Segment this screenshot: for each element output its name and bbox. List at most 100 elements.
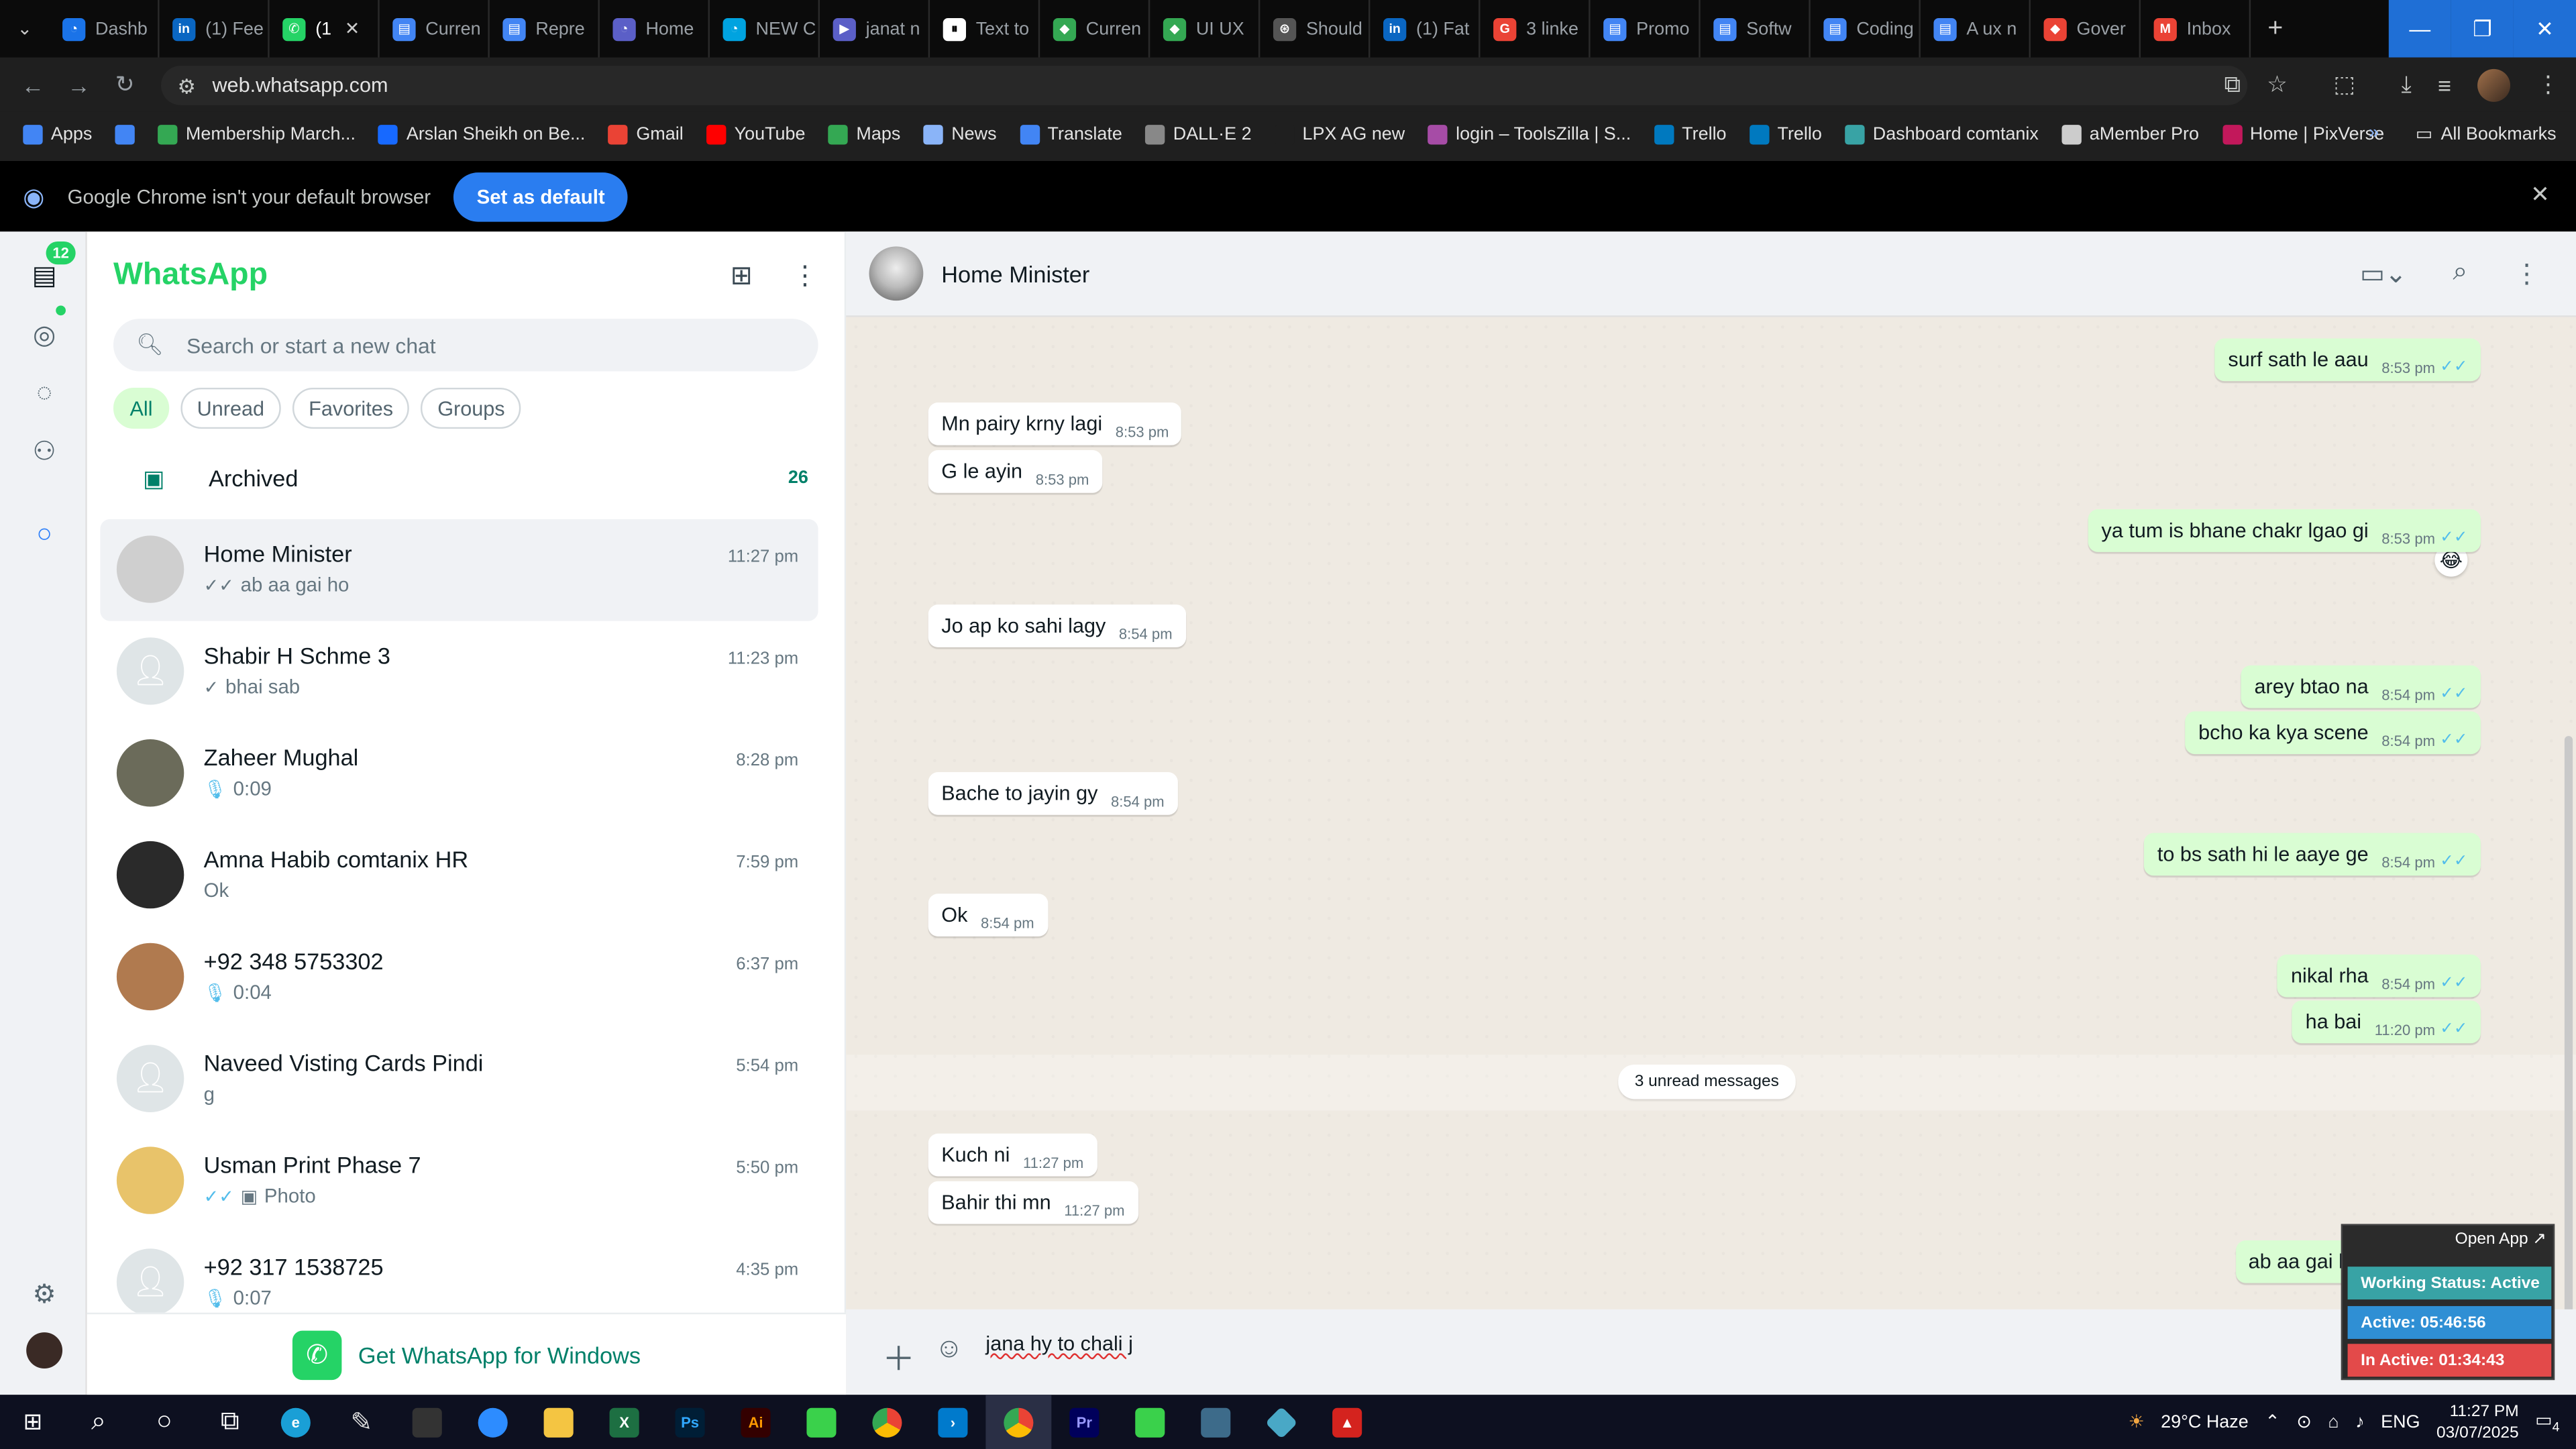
bookmark-item[interactable]: LPX AG new (1274, 125, 1405, 145)
browser-tab[interactable]: ⊛ Should (1260, 0, 1371, 58)
notification-icon[interactable]: ▭4 (2535, 1409, 2559, 1434)
chrome-icon[interactable] (854, 1395, 920, 1449)
browser-tab[interactable]: ◆ Gover (2031, 0, 2141, 58)
chat-row[interactable]: Home Minister ✓✓ ab aa gai ho 11:27 pm (100, 519, 818, 621)
bookmark-item[interactable]: Translate (1019, 125, 1122, 145)
bookmark-item[interactable]: Gmail (608, 125, 684, 145)
bookmark-item[interactable]: Home | PixVerse (2222, 125, 2384, 145)
address-bar[interactable]: ⚙ web.whatsapp.com (161, 65, 2248, 105)
get-whatsapp-windows-banner[interactable]: ✆ Get WhatsApp for Windows (87, 1312, 847, 1395)
filter-chip-favorites[interactable]: Favorites (292, 387, 410, 429)
channels-icon[interactable]: ◌ (26, 376, 62, 413)
bookmark-item[interactable]: Trello (1654, 125, 1727, 145)
download-icon[interactable]: ⤓ (2401, 70, 2411, 99)
chat-avatar[interactable] (116, 739, 184, 807)
bookmark-item[interactable]: News (923, 125, 997, 145)
start-windows-icon[interactable]: ⊞ (0, 1395, 66, 1449)
close-icon[interactable]: ✕ (2530, 180, 2550, 209)
volume-icon[interactable]: ♪ (2355, 1412, 2364, 1432)
chat-avatar[interactable]: 👤︎ (116, 637, 184, 705)
outgoing-message[interactable]: ya tum is bhane chakr lgao gi 8:53 pm ✓✓ (2088, 509, 2481, 552)
browser-tab[interactable]: ▤ Repre (490, 0, 600, 58)
search-icon[interactable]: ⌕ (2453, 258, 2467, 290)
profile-avatar[interactable] (26, 1332, 63, 1369)
new-tab-button[interactable]: + (2251, 14, 2300, 44)
incoming-message[interactable]: Mn pairy krny lagi 8:53 pm (928, 402, 1183, 445)
chat-row[interactable]: +92 348 5753302 🎙︎ 0:04 6:37 pm (100, 926, 818, 1028)
browser-tab[interactable]: ✆ (1 ✕ (270, 0, 380, 58)
vscode-icon[interactable]: › (920, 1395, 985, 1449)
video-call-icon[interactable]: ▭⌄ (2360, 258, 2407, 290)
outgoing-message[interactable]: to bs sath hi le aaye ge 8:54 pm ✓✓ (2144, 833, 2481, 876)
incoming-message[interactable]: Kuch ni 11:27 pm (928, 1133, 1097, 1177)
illustrator-icon[interactable]: Ai (723, 1395, 789, 1449)
language-indicator[interactable]: ENG (2381, 1412, 2420, 1432)
search-icon[interactable]: ⌕ (66, 1395, 131, 1449)
communities-icon[interactable]: ⚇ (26, 434, 62, 470)
sticker-icon[interactable]: ☺ (934, 1332, 963, 1365)
zoom-icon[interactable] (460, 1395, 526, 1449)
app-blue-icon[interactable] (1248, 1395, 1314, 1449)
bookmark-item[interactable]: Apps (23, 125, 92, 145)
premiere-icon[interactable]: Pr (1051, 1395, 1117, 1449)
filter-chip-groups[interactable]: Groups (421, 387, 522, 429)
bookmark-item[interactable] (115, 125, 136, 145)
bookmark-item[interactable]: Arslan Sheikh on Be... (378, 125, 585, 145)
bookmark-star-icon[interactable]: ☆ (2267, 70, 2288, 99)
clock[interactable]: 11:27 PM 03/07/2025 (2436, 1401, 2519, 1444)
incoming-message[interactable]: Ok 8:54 pm (928, 894, 1048, 936)
browser-tab[interactable]: ◔ NEW C (710, 0, 820, 58)
file-explorer-icon[interactable] (526, 1395, 592, 1449)
media-controls-icon[interactable]: ≡ (2438, 72, 2451, 98)
menu-dots-icon[interactable]: ⋮ (2514, 258, 2540, 290)
pen-icon[interactable]: ✎ (329, 1395, 394, 1449)
bookmark-item[interactable]: DALL·E 2 (1145, 125, 1252, 145)
bookmark-item[interactable]: YouTube (706, 125, 805, 145)
browser-tab[interactable]: ▶ janat n (820, 0, 930, 58)
chrome-menu-icon[interactable]: ⋮ (2536, 70, 2559, 99)
outgoing-message[interactable]: bcho ka kya scene 8:54 pm ✓✓ (2185, 711, 2481, 755)
bookmark-item[interactable]: login – ToolsZilla | S... (1428, 125, 1631, 145)
bookmark-item[interactable]: Membership March... (158, 125, 356, 145)
new-chat-icon[interactable]: ⊞ (731, 260, 753, 292)
browser-tab[interactable]: ▤ Promo (1591, 0, 1701, 58)
contact-avatar[interactable] (869, 246, 924, 301)
scrollbar[interactable] (2564, 736, 2573, 1309)
close-tab-icon[interactable]: ✕ (345, 18, 360, 39)
install-app-icon[interactable]: ⧉ (2224, 70, 2240, 99)
incoming-message[interactable]: Jo ap ko sahi lagy 8:54 pm (928, 604, 1186, 647)
app-green-icon[interactable] (1117, 1395, 1183, 1449)
chat-avatar[interactable] (116, 943, 184, 1011)
browser-tab[interactable]: in (1) Fat (1370, 0, 1481, 58)
chat-row[interactable]: Amna Habib comtanix HR Ok 7:59 pm (100, 824, 818, 926)
site-info-icon[interactable]: ⚙ (177, 73, 195, 97)
outgoing-message[interactable]: nikal rha 8:54 pm ✓✓ (2277, 954, 2481, 998)
tab-search-chevron-icon[interactable]: ⌄ (0, 18, 49, 39)
browser-tab[interactable]: in (1) Fee (160, 0, 270, 58)
outgoing-message[interactable]: arey btao na 8:54 pm ✓✓ (2241, 665, 2481, 708)
reload-icon[interactable]: ↻ (102, 70, 148, 99)
minimize-button[interactable]: — (2388, 0, 2451, 58)
restore-button[interactable]: ❐ (2451, 0, 2514, 58)
acrobat-icon[interactable]: ▲ (1314, 1395, 1380, 1449)
meta-ai-icon[interactable]: ○ (26, 517, 62, 553)
app-green-icon[interactable] (789, 1395, 855, 1449)
menu-dots-icon[interactable]: ⋮ (792, 260, 818, 292)
incoming-message[interactable]: Bahir thi mn 11:27 pm (928, 1181, 1138, 1224)
browser-tab[interactable]: ▤ Coding (1811, 0, 1921, 58)
chat-row[interactable]: Usman Print Phase 7 ✓✓ ▣ Photo 5:50 pm (100, 1130, 818, 1232)
chat-avatar[interactable] (116, 1146, 184, 1214)
search-input[interactable]: 🔍︎ Search or start a new chat (113, 319, 818, 372)
browser-tab[interactable]: ◆ UI UX (1150, 0, 1260, 58)
message-input[interactable]: jana hy to chali j (985, 1332, 1133, 1355)
tray-chevron-icon[interactable]: ⌃ (2265, 1411, 2280, 1432)
browser-tab[interactable]: ▤ A ux n (1921, 0, 2031, 58)
attach-plus-icon[interactable]: ＋ (882, 1332, 915, 1380)
incoming-message[interactable]: G le ayin 8:53 pm (928, 450, 1102, 493)
browser-tab[interactable]: ⏸ Text to (930, 0, 1040, 58)
chat-avatar[interactable]: 👤︎ (116, 1248, 184, 1316)
chrome-active-icon[interactable] (985, 1395, 1052, 1449)
settings-gear-icon[interactable]: ⚙ (26, 1277, 62, 1313)
incoming-message[interactable]: Bache to jayin gy 8:54 pm (928, 772, 1178, 815)
chat-row[interactable]: Zaheer Mughal 🎙︎ 0:09 8:28 pm (100, 723, 818, 825)
